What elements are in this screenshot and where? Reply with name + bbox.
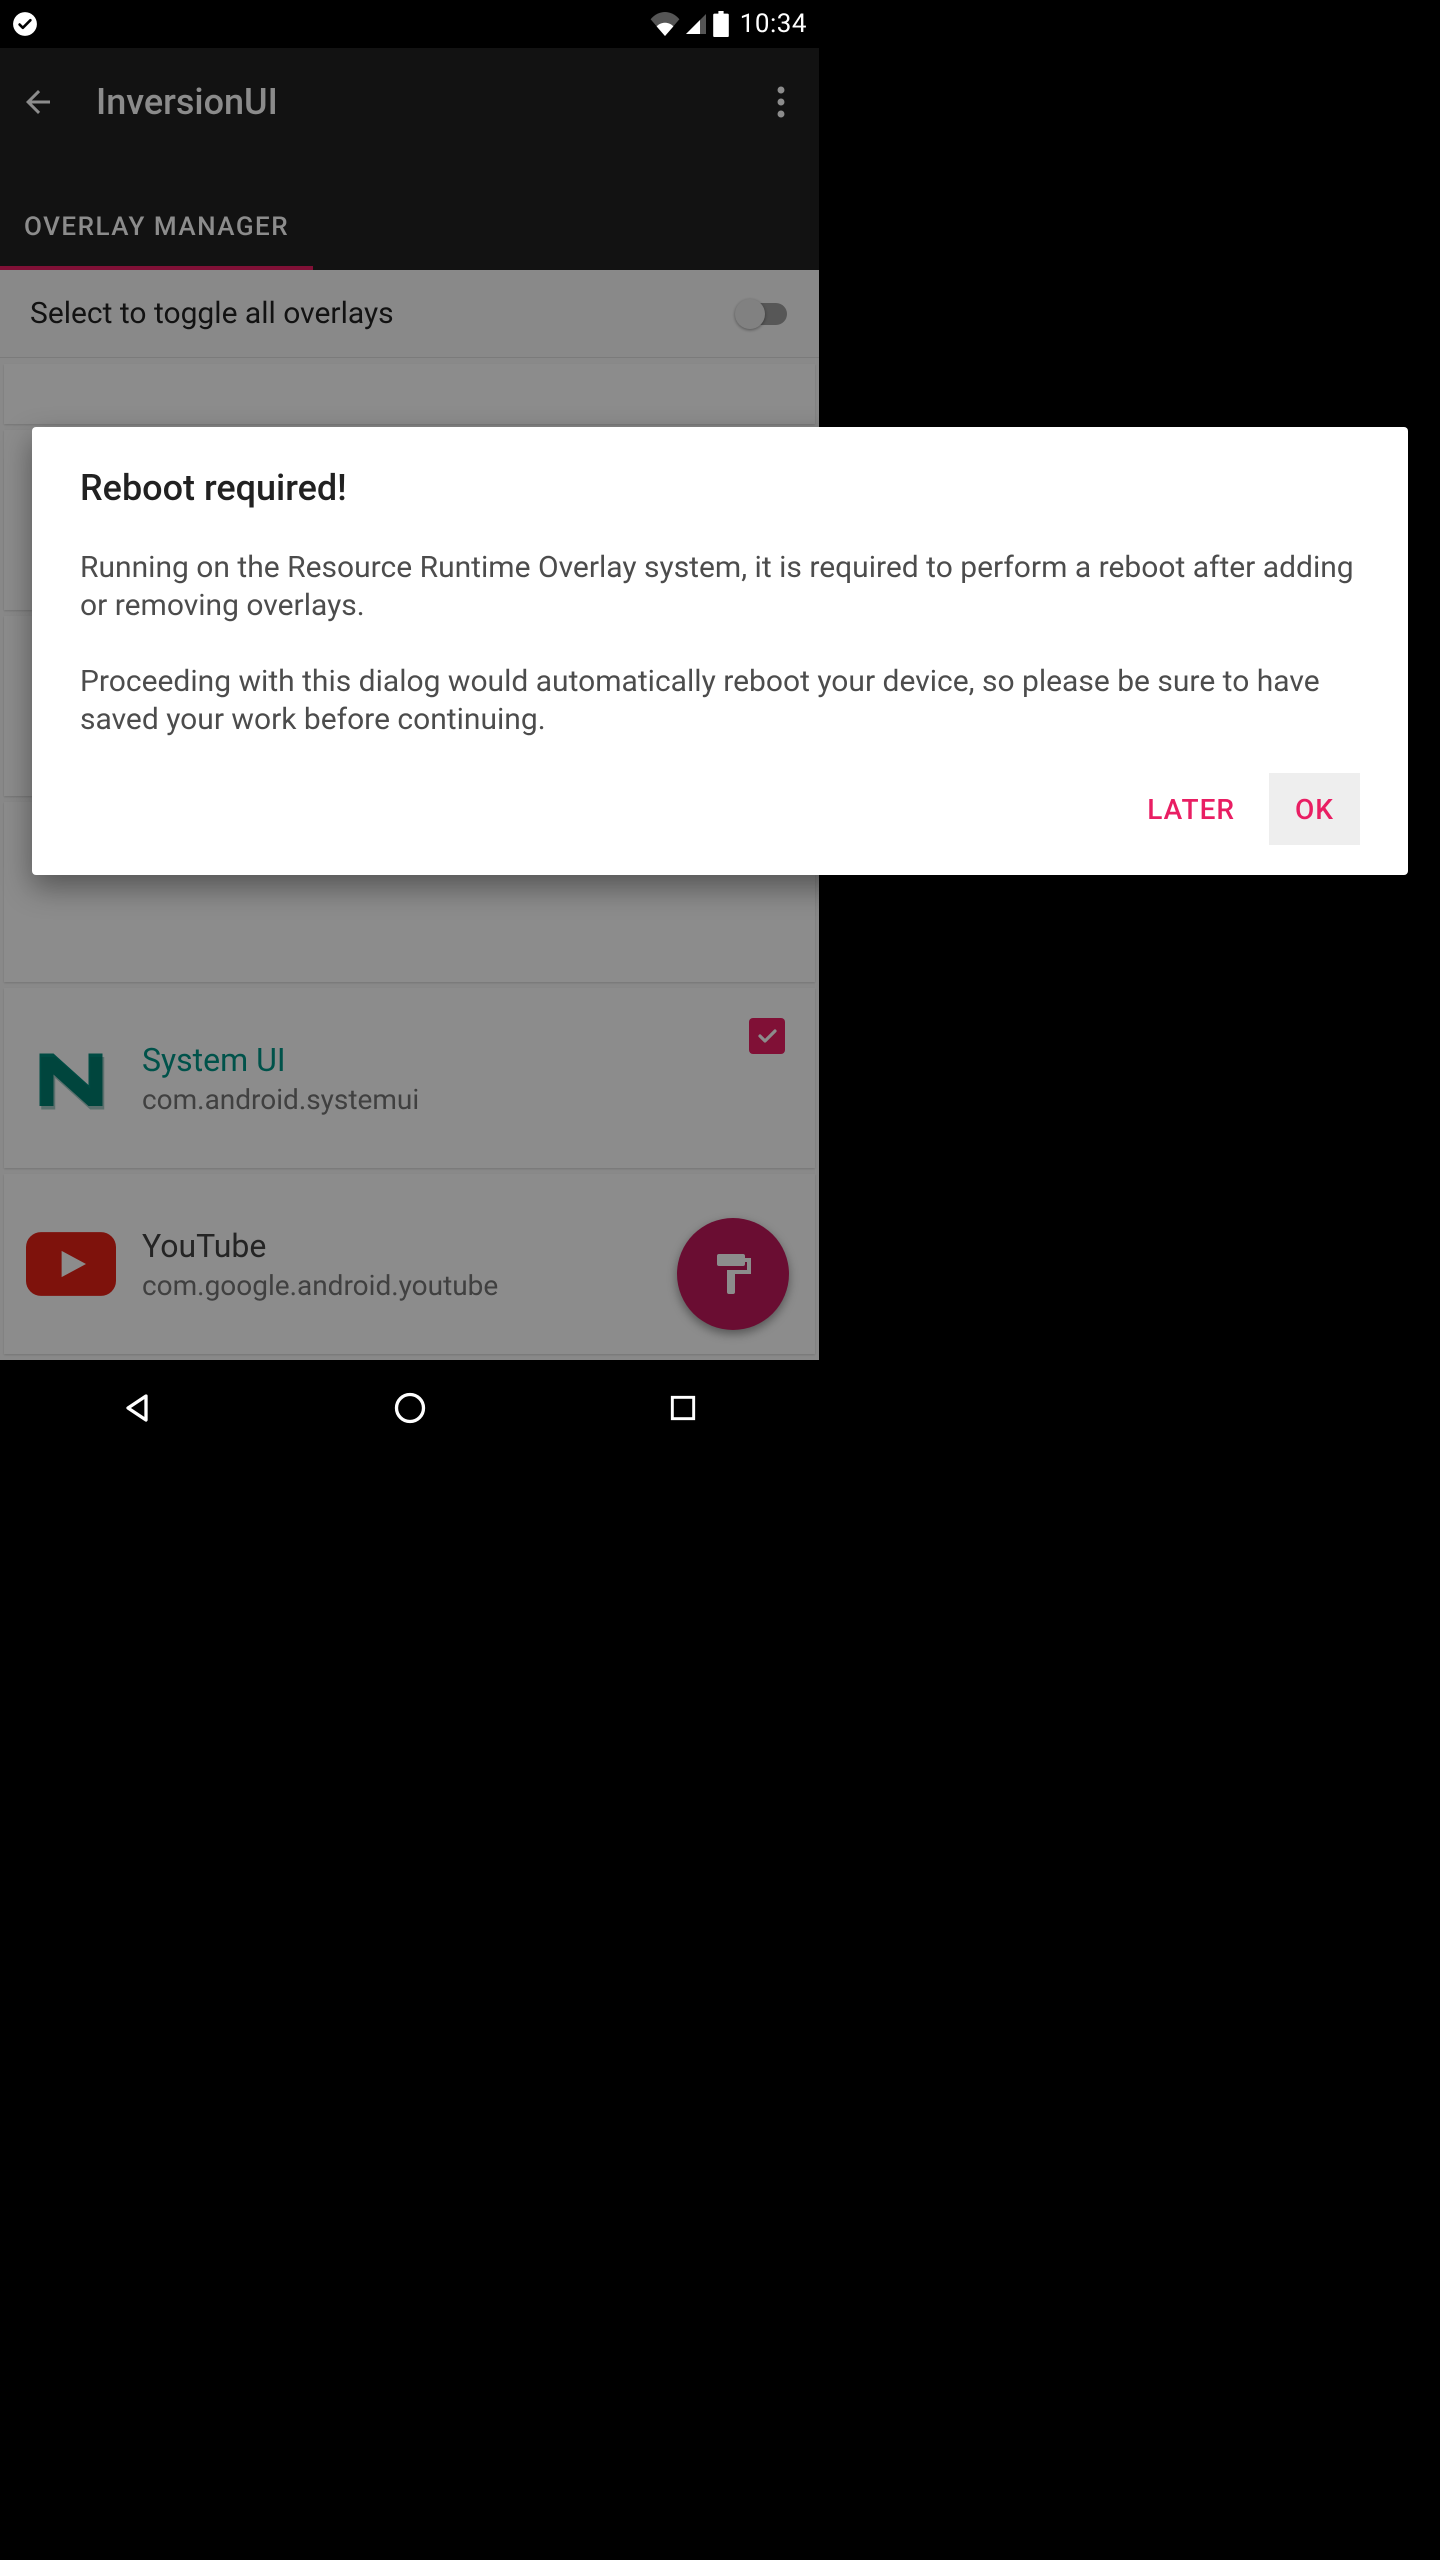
dialog-actions: LATER OK <box>80 773 1360 845</box>
check-circle-icon <box>12 11 38 37</box>
signal-icon <box>684 12 708 36</box>
status-bar: 10:34 <box>0 0 819 48</box>
nav-back-button[interactable] <box>87 1378 187 1438</box>
status-time: 10:34 <box>740 9 807 39</box>
wifi-icon <box>650 12 680 36</box>
dialog-body: Running on the Resource Runtime Overlay … <box>80 549 1360 739</box>
ok-button[interactable]: OK <box>1269 773 1360 845</box>
nav-home-button[interactable] <box>360 1378 460 1438</box>
nav-recent-button[interactable] <box>633 1378 733 1438</box>
later-button[interactable]: LATER <box>1121 773 1261 845</box>
navigation-bar <box>0 1360 819 1456</box>
triangle-back-icon <box>119 1390 155 1426</box>
battery-icon <box>712 11 730 37</box>
circle-home-icon <box>392 1390 428 1426</box>
dialog-title: Reboot required! <box>80 467 1360 509</box>
reboot-dialog: Reboot required! Running on the Resource… <box>32 427 1408 875</box>
square-recent-icon <box>667 1392 699 1424</box>
